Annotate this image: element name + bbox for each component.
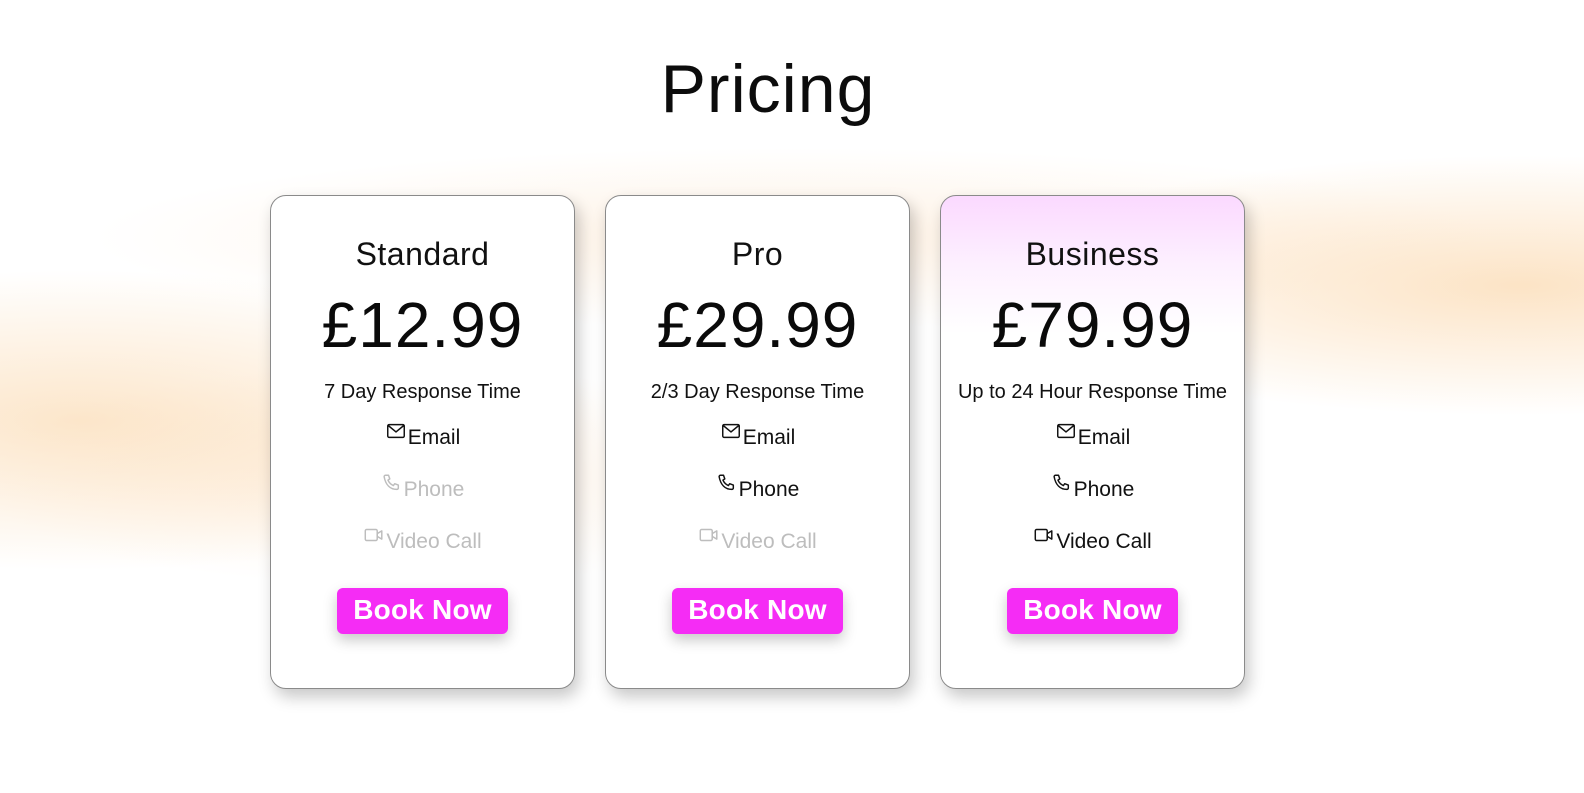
feature-video-call: Video Call bbox=[363, 528, 482, 582]
plan-price: £12.99 bbox=[321, 289, 524, 361]
phone-icon bbox=[716, 472, 738, 494]
mail-icon bbox=[385, 420, 407, 442]
plan-name: Pro bbox=[731, 236, 784, 272]
feature-label: Phone bbox=[403, 478, 465, 501]
video-icon bbox=[363, 524, 385, 546]
plan-response-time: Up to 24 Hour Response Time bbox=[957, 381, 1228, 403]
phone-icon bbox=[1051, 472, 1073, 494]
feature-label: Email bbox=[1077, 426, 1131, 449]
book-now-button[interactable]: Book Now bbox=[672, 588, 843, 634]
book-now-button[interactable]: Book Now bbox=[1007, 588, 1178, 634]
feature-phone: Phone bbox=[381, 474, 465, 530]
pricing-card-pro: Pro £29.99 2/3 Day Response Time Email P… bbox=[605, 195, 910, 689]
plan-name: Business bbox=[1025, 236, 1160, 272]
feature-phone: Phone bbox=[716, 474, 800, 530]
feature-label: Phone bbox=[738, 478, 800, 501]
feature-video-call: Video Call bbox=[1033, 528, 1152, 582]
plan-price: £29.99 bbox=[656, 289, 859, 361]
feature-email: Email bbox=[385, 423, 461, 478]
feature-label: Email bbox=[742, 426, 796, 449]
feature-label: Email bbox=[407, 426, 461, 449]
plan-response-time: 7 Day Response Time bbox=[324, 381, 521, 403]
mail-icon bbox=[720, 420, 742, 442]
mail-icon bbox=[1055, 420, 1077, 442]
video-icon bbox=[1033, 524, 1055, 546]
feature-label: Phone bbox=[1073, 478, 1135, 501]
feature-list: Email Phone Video Call bbox=[698, 423, 817, 582]
feature-email: Email bbox=[1055, 423, 1131, 478]
pricing-card-standard: Standard £12.99 7 Day Response Time Emai… bbox=[270, 195, 575, 689]
page-title: Pricing bbox=[660, 51, 876, 127]
pricing-card-business: Business £79.99 Up to 24 Hour Response T… bbox=[940, 195, 1245, 689]
feature-label: Video Call bbox=[1056, 530, 1152, 553]
book-now-button[interactable]: Book Now bbox=[337, 588, 508, 634]
feature-video-call: Video Call bbox=[698, 528, 817, 582]
feature-list: Email Phone Video Call bbox=[1033, 423, 1152, 582]
feature-list: Email Phone Video Call bbox=[363, 423, 482, 582]
feature-label: Video Call bbox=[721, 530, 817, 553]
plan-response-time: 2/3 Day Response Time bbox=[650, 381, 865, 403]
feature-label: Video Call bbox=[386, 530, 482, 553]
video-icon bbox=[698, 524, 720, 546]
feature-email: Email bbox=[720, 423, 796, 478]
phone-icon bbox=[381, 472, 403, 494]
plan-price: £79.99 bbox=[991, 289, 1194, 361]
feature-phone: Phone bbox=[1051, 474, 1135, 530]
pricing-cards: Standard £12.99 7 Day Response Time Emai… bbox=[270, 195, 1245, 689]
plan-name: Standard bbox=[355, 236, 490, 272]
